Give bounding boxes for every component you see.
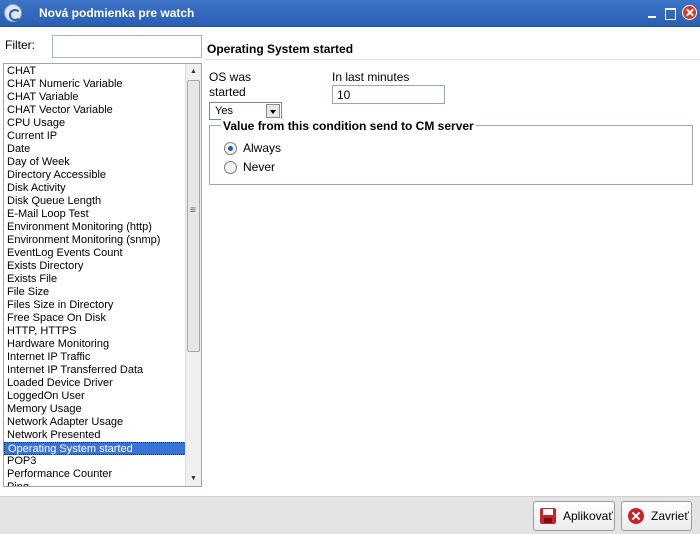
list-item[interactable]: Files Size in Directory (4, 299, 186, 312)
apply-button-label: Aplikovať (563, 509, 613, 523)
list-item[interactable]: E-Mail Loop Test (4, 208, 186, 221)
list-item[interactable]: Environment Monitoring (http) (4, 221, 186, 234)
list-item[interactable]: CPU Usage (4, 117, 186, 130)
radio-always-label: Always (243, 141, 282, 155)
list-item[interactable]: Exists Directory (4, 260, 186, 273)
list-item[interactable]: CHAT (4, 65, 186, 78)
list-item[interactable]: HTTP, HTTPS (4, 325, 186, 338)
list-item[interactable]: Network Adapter Usage (4, 416, 186, 429)
send-to-cm-legend: Value from this condition send to CM ser… (221, 119, 476, 133)
apply-button[interactable]: Aplikovať (533, 501, 615, 531)
scroll-down-arrow-icon[interactable]: ▼ (186, 471, 201, 486)
last-minutes-label: In last minutes (332, 70, 410, 84)
maximize-icon[interactable] (663, 6, 677, 20)
scroll-thumb[interactable] (187, 80, 200, 352)
list-scrollbar[interactable]: ▲ ▼ (185, 64, 201, 486)
scroll-up-arrow-icon[interactable]: ▲ (186, 64, 201, 79)
list-item[interactable]: POP3 (4, 455, 186, 468)
last-minutes-input[interactable] (332, 85, 445, 104)
list-item[interactable]: CHAT Vector Variable (4, 104, 186, 117)
list-item[interactable]: EventLog Events Count (4, 247, 186, 260)
radio-never[interactable] (224, 160, 237, 174)
list-item[interactable]: File Size (4, 286, 186, 299)
list-item[interactable]: Directory Accessible (4, 169, 186, 182)
list-item[interactable]: Loaded Device Driver (4, 377, 186, 390)
radio-never-label: Never (243, 160, 276, 174)
condition-list[interactable]: CHAT CHAT Numeric Variable CHAT Variable CH… (3, 63, 202, 487)
filter-input[interactable] (52, 35, 202, 58)
os-started-select-value: Yes (215, 105, 233, 117)
minimize-icon[interactable] (645, 6, 659, 20)
filter-label: Filter: (5, 38, 35, 52)
list-item[interactable]: LoggedOn User (4, 390, 186, 403)
condition-list-items: CHAT CHAT Numeric Variable CHAT Variable CH… (4, 65, 186, 486)
os-started-label: OS was started (209, 70, 252, 99)
list-item[interactable]: Exists File (4, 273, 186, 286)
title-bar: Nová podmienka pre watch (0, 0, 700, 27)
list-item[interactable]: Performance Counter (4, 468, 186, 481)
list-item[interactable]: Free Space On Disk (4, 312, 186, 325)
list-item[interactable]: Current IP (4, 130, 186, 143)
list-item[interactable]: Network Presented (4, 429, 186, 442)
save-icon (540, 508, 556, 524)
list-item[interactable]: Environment Monitoring (snmp) (4, 234, 186, 247)
pane-title: Operating System started (207, 42, 354, 56)
close-icon[interactable] (682, 5, 697, 20)
os-started-select[interactable]: Yes (209, 102, 282, 120)
chevron-down-icon[interactable] (266, 104, 280, 118)
list-item[interactable]: Disk Activity (4, 182, 186, 195)
list-item[interactable]: Ping (4, 481, 186, 486)
send-to-cm-group (209, 125, 693, 185)
list-item[interactable]: CHAT Numeric Variable (4, 78, 186, 91)
radio-never-row[interactable]: Never (224, 160, 275, 174)
cancel-icon (628, 508, 644, 524)
list-item[interactable]: CHAT Variable (4, 91, 186, 104)
footer-bar: Aplikovať Zavrieť (0, 496, 700, 534)
radio-always-row[interactable]: Always (224, 141, 281, 155)
list-item[interactable]: Disk Queue Length (4, 195, 186, 208)
list-item[interactable]: Internet IP Traffic (4, 351, 186, 364)
list-item[interactable]: Operating System started (4, 442, 186, 455)
window-title: Nová podmienka pre watch (39, 6, 195, 20)
cancel-button[interactable]: Zavrieť (621, 501, 692, 531)
list-item[interactable]: Internet IP Transferred Data (4, 364, 186, 377)
list-item[interactable]: Hardware Monitoring (4, 338, 186, 351)
list-item[interactable]: Memory Usage (4, 403, 186, 416)
radio-always[interactable] (224, 141, 237, 155)
cancel-button-label: Zavrieť (651, 509, 689, 523)
list-item[interactable]: Date (4, 143, 186, 156)
app-logo-icon (4, 4, 22, 22)
pane-divider (205, 59, 700, 60)
list-item[interactable]: Day of Week (4, 156, 186, 169)
